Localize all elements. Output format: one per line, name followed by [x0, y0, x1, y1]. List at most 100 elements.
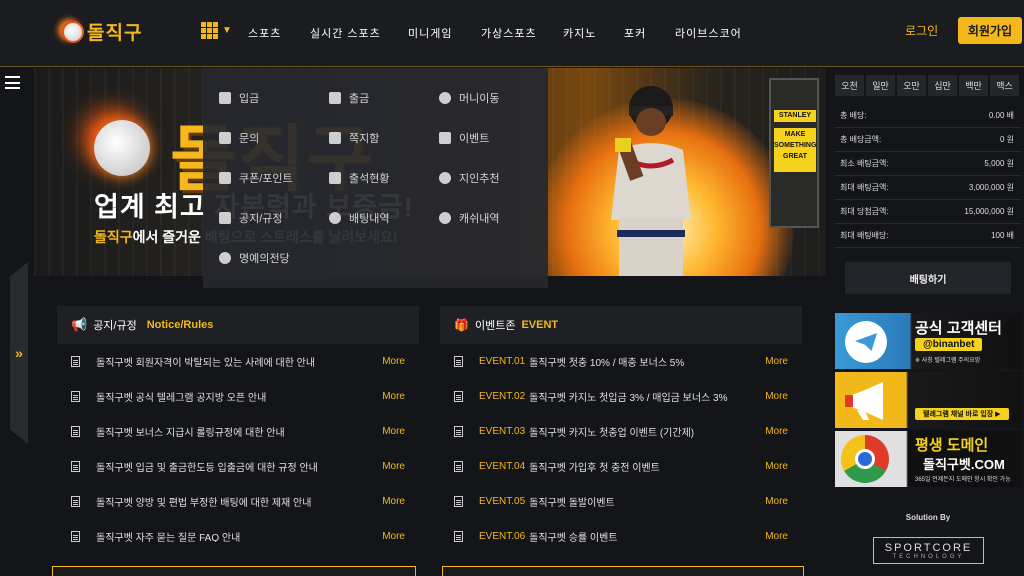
notice-row[interactable]: 돌직구벳 회원자격이 박탈되는 있는 사례에 대한 안내 More: [57, 344, 419, 379]
more-link[interactable]: More: [765, 461, 788, 472]
notice-header: 📢 공지/규정 Notice/Rules: [57, 306, 419, 344]
menu-hall-of-fame[interactable]: 명예의전당: [219, 250, 290, 266]
info-label: 최소 배팅금액:: [840, 159, 889, 168]
event-row[interactable]: EVENT.02 돌직구벳 카지노 첫입금 3% / 매입금 보너스 3% More: [440, 379, 802, 414]
amount-tab[interactable]: 십만: [928, 75, 957, 96]
event-header: 🎁 이벤트존 EVENT: [440, 306, 802, 344]
amount-tabs: 오천 일만 오만 십만 백만 맥스: [835, 75, 1019, 96]
amount-tab[interactable]: 오천: [835, 75, 864, 96]
join-button[interactable]: 회원가입: [958, 17, 1022, 44]
menu-label: 명예의전당: [239, 253, 290, 265]
promo-card-right[interactable]: [442, 566, 804, 576]
site-logo[interactable]: 돌직구: [62, 18, 142, 45]
telegram-icon: [845, 321, 887, 363]
telegram-channel-banner[interactable]: 텔레그램 채널 바로 입장 ▶: [835, 372, 1022, 428]
menu-label: 출금: [349, 93, 370, 105]
menu-label: 지인추천: [459, 173, 500, 185]
more-link[interactable]: More: [382, 426, 405, 437]
promo-card-left[interactable]: [52, 566, 416, 576]
sportcore-brand: SPORTCORE: [884, 541, 973, 554]
flaming-baseball-icon: [94, 120, 150, 176]
chrome-icon: [841, 435, 889, 483]
notice-row[interactable]: 돌직구벳 자주 묻는 질문 FAQ 안내 More: [57, 519, 419, 542]
menu-inquiry[interactable]: 문의: [219, 130, 259, 146]
side-panel-toggle[interactable]: »: [10, 262, 28, 444]
menu-deposit[interactable]: 입금: [219, 90, 259, 106]
document-icon: [71, 531, 80, 542]
more-link[interactable]: More: [765, 391, 788, 402]
event-number: EVENT.03: [479, 426, 526, 437]
notice-board: 📢 공지/규정 Notice/Rules 돌직구벳 회원자격이 박탈되는 있는 …: [57, 306, 419, 542]
event-row[interactable]: EVENT.03 돌직구벳 카지노 첫충업 이벤트 (기간제) More: [440, 414, 802, 449]
history-icon: [439, 212, 451, 224]
more-link[interactable]: More: [765, 356, 788, 367]
nav-poker[interactable]: 포커: [624, 25, 675, 41]
nav-casino[interactable]: 카지노: [563, 25, 624, 41]
notice-row[interactable]: 돌직구벳 공식 텔레그램 공지방 오픈 안내 More: [57, 379, 419, 414]
more-link[interactable]: More: [382, 461, 405, 472]
place-bet-button[interactable]: 배팅하기: [845, 262, 1011, 294]
menu-coupon-point[interactable]: 쿠폰/포인트: [219, 170, 293, 186]
info-row: 최소 배팅금액: 5,000 원: [835, 152, 1021, 176]
event-number: EVENT.04: [479, 461, 526, 472]
menu-money-transfer[interactable]: 머니이동: [439, 90, 499, 106]
notice-text: 돌직구벳 양방 및 편법 부정한 배팅에 대한 제재 안내: [96, 498, 312, 509]
nav-livescore[interactable]: 라이브스코어: [675, 25, 742, 41]
spinner-icon: [219, 252, 231, 264]
menu-messages[interactable]: 쪽지함: [329, 130, 379, 146]
info-label: 최대 배팅금액:: [840, 183, 889, 192]
notice-row[interactable]: 돌직구벳 입금 및 출금한도등 입출금에 대한 규정 안내 More: [57, 449, 419, 484]
telegram-support-banner[interactable]: 공식 고객센터 @binanbet ※ 사칭 텔레그램 주의요망: [835, 313, 1022, 369]
domain-banner[interactable]: 평생 도메인 돌직구벳.COM 365일 언제든지 도메인 항시 확인 가능: [835, 431, 1022, 487]
ad-domain: 돌직구벳.COM: [923, 457, 1005, 472]
event-row[interactable]: EVENT.06 돌직구벳 승률 이벤트 More: [440, 519, 802, 542]
menu-notice-rules[interactable]: 공지/규정: [219, 210, 283, 226]
event-text: 돌직구벳 돌발이벤트: [529, 498, 615, 509]
more-link[interactable]: More: [765, 496, 788, 507]
menu-grid-button[interactable]: ▼: [201, 22, 232, 39]
menu-withdraw[interactable]: 출금: [329, 90, 369, 106]
notice-row[interactable]: 돌직구벳 양방 및 편법 부정한 배팅에 대한 제재 안내 More: [57, 484, 419, 519]
ad-title: 평생 도메인: [915, 437, 989, 454]
more-link[interactable]: More: [765, 531, 788, 542]
coupon-icon: [219, 172, 231, 184]
nav-sports[interactable]: 스포츠: [248, 25, 310, 41]
hamburger-icon[interactable]: [5, 76, 20, 89]
event-text: 돌직구벳 승률 이벤트: [529, 533, 618, 542]
info-row: 최대 당첨금액: 15,000,000 원: [835, 200, 1021, 224]
calendar-icon: [329, 172, 341, 184]
more-link[interactable]: More: [765, 426, 788, 437]
more-link[interactable]: More: [382, 356, 405, 367]
event-row[interactable]: EVENT.04 돌직구벳 가입후 첫 충전 이벤트 More: [440, 449, 802, 484]
ad-channel-label: 텔레그램 채널 바로 입장 ▶: [915, 408, 1009, 420]
menu-event[interactable]: 이벤트: [439, 130, 489, 146]
amount-tab[interactable]: 백만: [959, 75, 988, 96]
nav-live-sports[interactable]: 실시간 스포츠: [310, 25, 408, 41]
ad-handle: @binanbet: [915, 338, 983, 351]
document-icon: [454, 496, 463, 507]
chevron-right-icon: »: [15, 345, 23, 361]
amount-tab[interactable]: 오만: [897, 75, 926, 96]
event-text: 돌직구벳 가입후 첫 충전 이벤트: [529, 463, 660, 474]
amount-tab[interactable]: 맥스: [990, 75, 1019, 96]
sportcore-logo: SPORTCORE TECHNOLOGY: [873, 537, 984, 564]
event-row[interactable]: EVENT.01 돌직구벳 첫충 10% / 매충 보너스 5% More: [440, 344, 802, 379]
nav-minigame[interactable]: 미니게임: [408, 25, 481, 41]
more-link[interactable]: More: [382, 531, 405, 542]
login-link[interactable]: 로그인: [905, 22, 938, 39]
menu-cash-history[interactable]: 캐쉬내역: [439, 210, 499, 226]
menu-bet-history[interactable]: 배팅내역: [329, 210, 389, 226]
nav-virtual-sports[interactable]: 가상스포츠: [481, 25, 563, 41]
event-row[interactable]: EVENT.05 돌직구벳 돌발이벤트 More: [440, 484, 802, 519]
more-link[interactable]: More: [382, 391, 405, 402]
notice-row[interactable]: 돌직구벳 보너스 지급시 롤링규정에 대한 안내 More: [57, 414, 419, 449]
document-icon: [71, 496, 80, 507]
amount-tab[interactable]: 일만: [866, 75, 895, 96]
menu-referral[interactable]: 지인추천: [439, 170, 499, 186]
notice-text: 돌직구벳 보너스 지급시 롤링규정에 대한 안내: [96, 428, 285, 439]
document-icon: [454, 426, 463, 437]
more-link[interactable]: More: [382, 496, 405, 507]
menu-attendance[interactable]: 출석현황: [329, 170, 389, 186]
info-label: 총 배당금액:: [840, 135, 882, 144]
info-row: 최대 배팅금액: 3,000,000 원: [835, 176, 1021, 200]
